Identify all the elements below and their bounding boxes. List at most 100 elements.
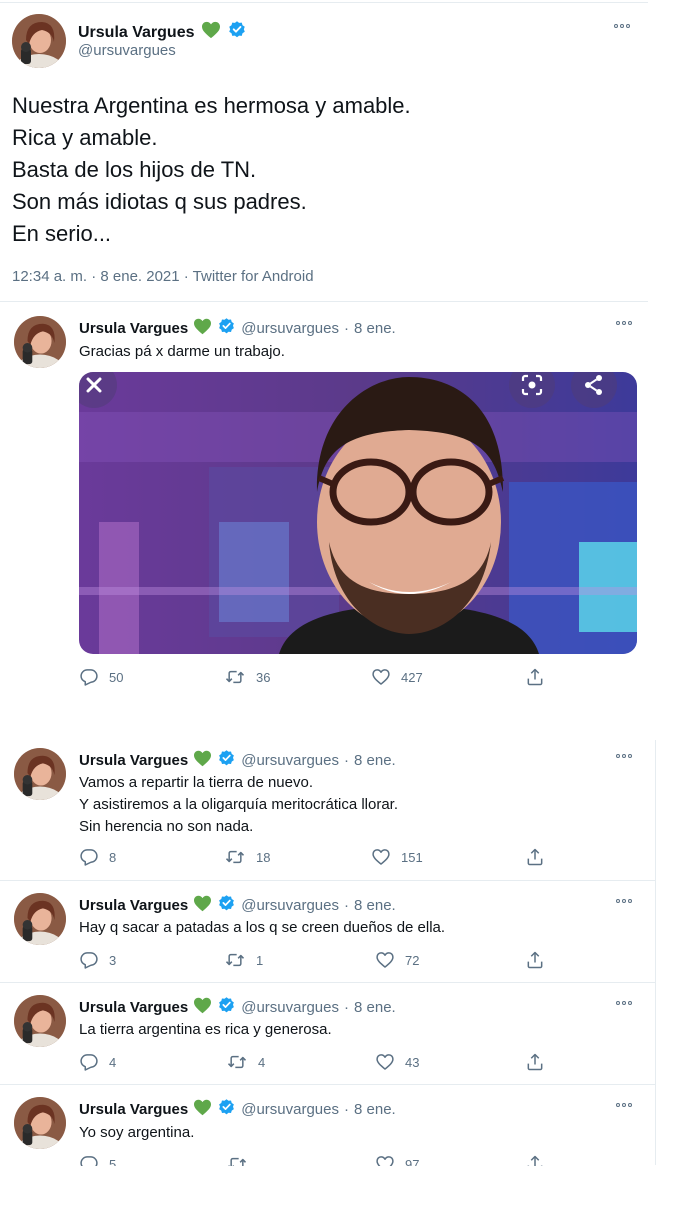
tweet-photo[interactable] [79,372,637,654]
separator-dot: · [344,752,349,769]
tweet-line: Son más idiotas q sus padres. [12,189,307,214]
crop-edge [0,1166,700,1205]
like-count: 72 [405,952,420,968]
tweet-line: Rica y amable. [12,125,158,150]
author-name[interactable]: Ursula Vargues [79,1101,188,1118]
author-handle[interactable]: @ursuvargues [241,999,339,1016]
reply-icon[interactable] [79,950,99,970]
reply-action[interactable]: 4 [79,1052,116,1072]
reply-count: 4 [109,1054,117,1070]
more-icon[interactable] [616,1103,632,1107]
share-icon[interactable] [525,950,545,970]
author-name[interactable]: Ursula Vargues [79,320,188,337]
reply-header: Ursula Vargues @ursuvargues · 8 ene. [79,749,396,772]
green-heart-icon [193,750,212,771]
like-icon[interactable] [371,847,391,867]
tweet-text: Gracias pá x darme un trabajo. [79,343,285,360]
author-handle[interactable]: @ursuvargues [241,752,339,769]
like-action[interactable]: 43 [375,1052,419,1072]
main-tweet[interactable]: Ursula Vargues @ursuvargues Nuestra Arge… [0,0,648,302]
retweet-icon[interactable] [226,1052,248,1072]
share-icon[interactable] [525,847,545,867]
retweet-count: 1 [256,952,264,968]
reply-action[interactable]: 8 [79,847,116,867]
author-handle[interactable]: @ursuvargues [241,897,339,914]
tweet-divider [0,880,655,881]
more-icon[interactable] [616,754,632,758]
retweet-count: 4 [258,1054,266,1070]
tweet-line: En serio... [12,221,112,246]
like-count: 151 [401,849,423,865]
reply-icon[interactable] [79,847,99,867]
tweet-actions: 4 4 43 [79,1052,549,1074]
share-action[interactable] [525,667,545,687]
retweet-icon[interactable] [224,847,246,867]
verified-badge-icon [217,317,236,340]
author-handle[interactable]: @ursuvargues [78,42,176,59]
separator-dot: · [344,999,349,1016]
verified-badge-icon [217,1098,236,1121]
share-action[interactable] [525,950,545,970]
tweet-date[interactable]: 8 ene. [354,1101,396,1118]
avatar[interactable] [14,893,66,945]
tweet-actions: 50 36 427 [79,667,549,689]
tweet-text: Nuestra Argentina es hermosa y amable. R… [12,90,632,250]
reply-icon[interactable] [79,1052,99,1072]
tweet-date[interactable]: 8 ene. [354,752,396,769]
tweet-text: Vamos a repartir la tierra de nuevo. Y a… [79,774,399,835]
green-heart-icon [193,997,212,1018]
reply-action[interactable]: 3 [79,950,116,970]
like-icon[interactable] [371,667,391,687]
retweet-action[interactable]: 1 [224,950,263,970]
like-icon[interactable] [375,950,395,970]
reply-action[interactable]: 50 [79,667,123,687]
like-action[interactable]: 72 [375,950,419,970]
like-action[interactable]: 151 [371,847,423,867]
retweet-icon[interactable] [224,950,246,970]
like-icon[interactable] [375,1052,395,1072]
tweet-actions: 8 18 151 [79,847,549,869]
retweet-action[interactable]: 18 [224,847,270,867]
more-icon[interactable] [616,321,632,325]
avatar[interactable] [14,748,66,800]
retweet-action[interactable]: 36 [224,667,270,687]
avatar[interactable] [14,316,66,368]
reply-count: 3 [109,952,117,968]
like-count: 43 [405,1054,420,1070]
tweet-date[interactable]: 8 ene. [354,999,396,1016]
verified-badge-icon [217,996,236,1019]
share-icon[interactable] [525,667,545,687]
column-border [655,740,656,1165]
reply-header: Ursula Vargues @ursuvargues · 8 ene. [79,1098,396,1121]
green-heart-icon [193,895,212,916]
like-action[interactable]: 427 [371,667,423,687]
separator-dot: · [344,1101,349,1118]
reply-count: 50 [109,669,124,685]
tweet-date[interactable]: 8 ene. [354,320,396,337]
more-icon[interactable] [614,24,630,28]
tweet-date[interactable]: 8 ene. [354,897,396,914]
retweet-icon[interactable] [224,667,246,687]
share-action[interactable] [525,1052,545,1072]
reply-count: 8 [109,849,117,865]
avatar[interactable] [12,14,66,68]
more-icon[interactable] [616,1001,632,1005]
avatar[interactable] [14,1097,66,1149]
like-count: 427 [401,669,423,685]
author-name[interactable]: Ursula Vargues [79,897,188,914]
author-handle[interactable]: @ursuvargues [241,320,339,337]
reply-icon[interactable] [79,667,99,687]
tweet-timestamp[interactable]: 12:34 a. m. · 8 ene. 2021 · Twitter for … [12,268,314,285]
separator-dot: · [344,897,349,914]
author-handle[interactable]: @ursuvargues [241,1101,339,1118]
retweet-action[interactable]: 4 [226,1052,265,1072]
tweet-text: Yo soy argentina. [79,1124,195,1141]
author-name[interactable]: Ursula Vargues [78,24,195,42]
avatar[interactable] [14,995,66,1047]
author-name[interactable]: Ursula Vargues [79,752,188,769]
more-icon[interactable] [616,899,632,903]
author-name[interactable]: Ursula Vargues [79,999,188,1016]
share-icon[interactable] [525,1052,545,1072]
retweet-count: 36 [256,669,271,685]
share-action[interactable] [525,847,545,867]
